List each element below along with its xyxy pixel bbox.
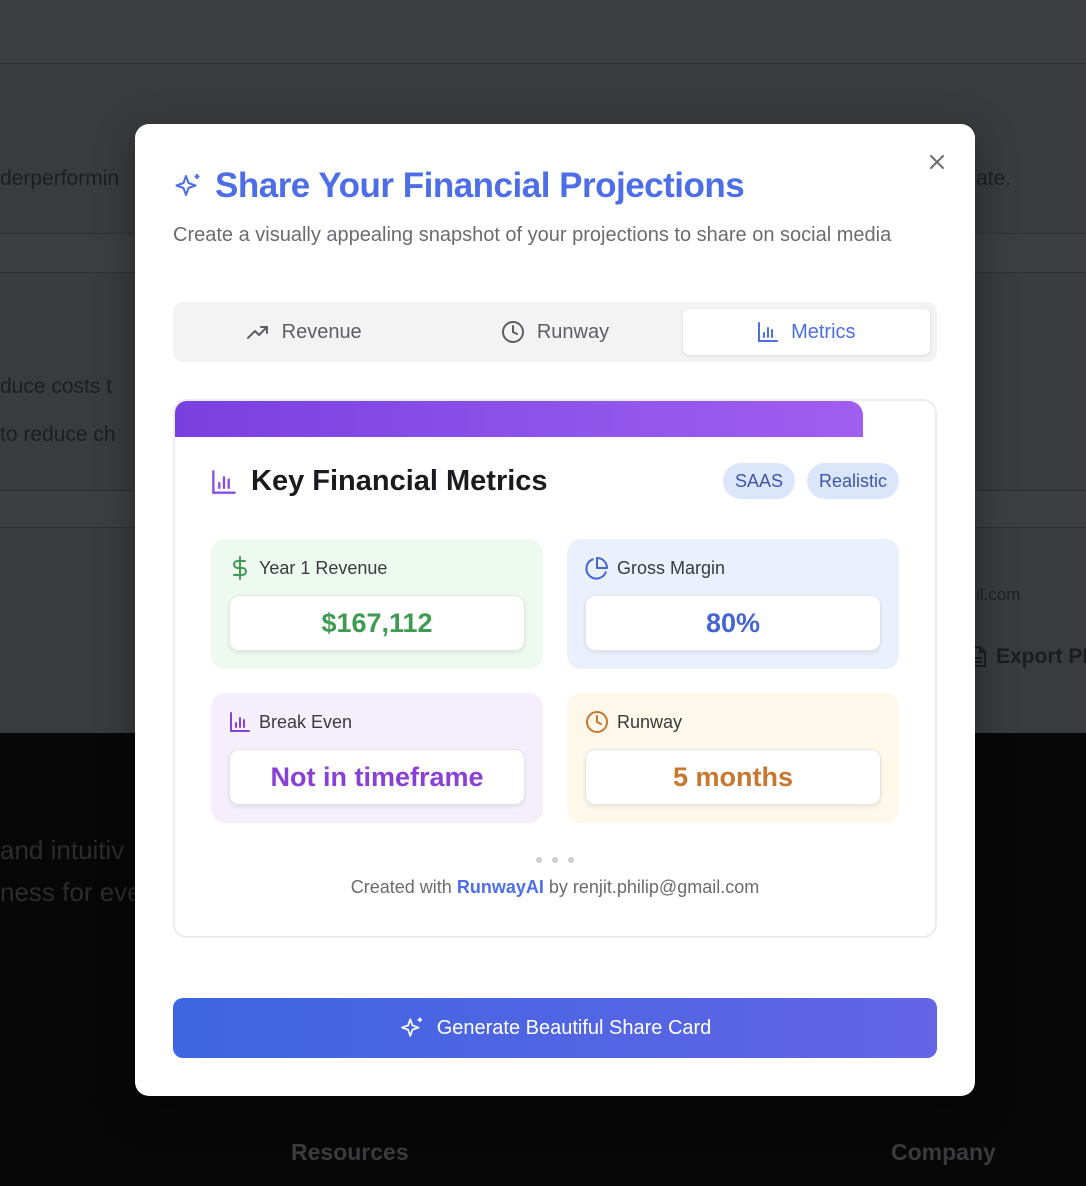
- clock-icon: [586, 711, 608, 733]
- tab-runway[interactable]: Runway: [431, 309, 678, 355]
- generate-button-label: Generate Beautiful Share Card: [436, 1016, 712, 1039]
- metric-gross-margin: Gross Margin 80%: [567, 539, 899, 669]
- close-icon: [930, 155, 944, 169]
- bar-chart-icon: [758, 322, 779, 342]
- tab-revenue[interactable]: Revenue: [180, 309, 427, 355]
- metric-runway: Runway 5 months: [567, 693, 899, 823]
- close-button[interactable]: [925, 150, 949, 174]
- sparkles-icon: [175, 174, 200, 196]
- separator-dots: [175, 857, 935, 863]
- dot: [568, 857, 574, 863]
- export-pdf-button[interactable]: Export PI: [968, 645, 1086, 669]
- card-credit: Created with RunwayAI by renjit.philip@g…: [175, 877, 935, 898]
- background-row-text: duce costs t: [0, 375, 113, 398]
- card-badges: SAAS Realistic: [722, 463, 899, 499]
- metric-break-even: Break Even Not in timeframe: [211, 693, 543, 823]
- footer-resources-heading: Resources: [291, 1139, 409, 1165]
- metric-label: Break Even: [259, 711, 353, 732]
- trending-up-icon: [246, 326, 268, 339]
- background-email: il.com: [976, 585, 1021, 604]
- share-projections-modal: Share Your Financial Projections Create …: [135, 124, 975, 1096]
- background-row-text: ate.: [976, 167, 1012, 190]
- sparkles-icon: [400, 1017, 422, 1037]
- credit-brand: RunwayAI: [456, 877, 544, 897]
- metric-label: Year 1 Revenue: [259, 557, 388, 578]
- background-footer-text: and intuitiv: [0, 835, 125, 865]
- dollar-icon: [233, 556, 247, 580]
- dot: [536, 857, 542, 863]
- export-pdf-label: Export PI: [996, 645, 1086, 668]
- metric-label: Runway: [617, 711, 683, 732]
- metric-label-row: Runway: [585, 709, 881, 735]
- pie-chart-icon: [585, 557, 608, 580]
- metric-value: 80%: [585, 595, 881, 651]
- card-header: Key Financial Metrics: [211, 465, 548, 498]
- clock-icon: [501, 321, 524, 343]
- background-footer-text: ness for eve: [0, 877, 142, 907]
- metric-label-row: Year 1 Revenue: [229, 555, 525, 581]
- metric-label: Gross Margin: [617, 557, 726, 578]
- card-title: Key Financial Metrics: [251, 465, 548, 497]
- modal-subtitle: Create a visually appealing snapshot of …: [173, 224, 892, 246]
- metric-label-row: Break Even: [229, 709, 525, 735]
- credit-prefix: Created with: [350, 877, 452, 897]
- metric-value: $167,112: [229, 595, 525, 651]
- dot: [552, 857, 558, 863]
- projection-tabs: Revenue Runway Metrics: [173, 302, 937, 362]
- modal-title: Share Your Financial Projections: [215, 166, 745, 205]
- card-accent-bar: [175, 401, 863, 437]
- metric-value: 5 months: [585, 749, 881, 805]
- tab-revenue-label: Revenue: [281, 320, 362, 343]
- bar-chart-icon: [230, 712, 250, 732]
- tab-metrics-label: Metrics: [791, 320, 856, 343]
- bar-chart-icon: [212, 469, 236, 494]
- badge-business-type: SAAS: [722, 463, 795, 499]
- badge-scenario: Realistic: [806, 463, 899, 499]
- metric-value: Not in timeframe: [229, 749, 525, 805]
- metric-label-row: Gross Margin: [585, 555, 881, 581]
- background-header: [0, 0, 1086, 64]
- share-card-preview: Key Financial Metrics SAAS Realistic Yea…: [173, 399, 937, 938]
- tab-metrics[interactable]: Metrics: [682, 309, 930, 355]
- credit-suffix: by renjit.philip@gmail.com: [548, 877, 760, 897]
- footer-company-heading: Company: [891, 1139, 996, 1165]
- modal-header: Share Your Financial Projections: [173, 166, 745, 206]
- metric-year1-revenue: Year 1 Revenue $167,112: [211, 539, 543, 669]
- tab-runway-label: Runway: [536, 320, 610, 343]
- background-row-text: to reduce ch: [0, 423, 116, 446]
- generate-share-card-button[interactable]: Generate Beautiful Share Card: [173, 998, 937, 1058]
- background-row-text: derperformin: [0, 167, 120, 190]
